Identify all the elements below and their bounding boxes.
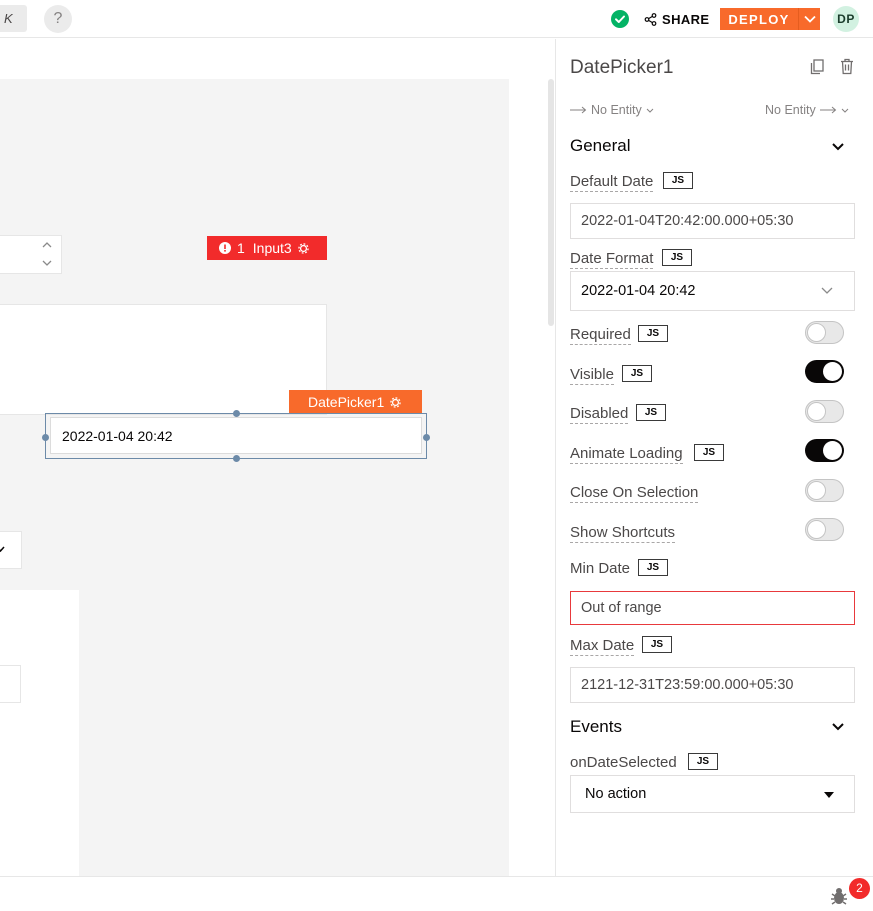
entity-right-label: No Entity	[765, 103, 816, 117]
show-shortcuts-label: Show Shortcuts	[570, 524, 676, 543]
canvas-scrollbar[interactable]	[548, 79, 554, 326]
date-format-label: Date Format	[570, 250, 654, 269]
help-button[interactable]: ?	[44, 5, 72, 33]
datepicker-name-tag[interactable]: DatePicker1	[289, 390, 422, 414]
on-date-selected-select[interactable]: No action	[570, 775, 855, 813]
stepper-up-icon[interactable]	[42, 241, 52, 248]
shortcut-hint-key: K	[4, 11, 13, 26]
help-icon: ?	[53, 10, 63, 27]
bug-icon[interactable]	[829, 886, 849, 906]
input3-widget[interactable]	[0, 304, 327, 415]
visible-label: Visible	[570, 366, 614, 385]
resize-handle-top[interactable]	[233, 410, 240, 417]
input3-name-tag[interactable]: 1 Input3	[207, 236, 327, 260]
delete-icon[interactable]	[840, 58, 854, 75]
section-general-title[interactable]: General	[570, 136, 630, 156]
gear-icon[interactable]	[390, 396, 401, 408]
chevron-down-icon	[841, 108, 849, 113]
deploy-options-button[interactable]	[799, 15, 820, 23]
switch-knob	[807, 323, 826, 342]
copy-icon[interactable]	[810, 59, 824, 75]
gear-icon[interactable]	[298, 242, 309, 254]
error-count: 1	[237, 240, 245, 256]
check-circle-icon	[611, 10, 629, 28]
deploy-label: DEPLOY	[728, 11, 790, 27]
required-label: Required	[570, 326, 631, 345]
bottom-bar	[0, 876, 873, 911]
chevron-down-icon[interactable]	[831, 722, 845, 732]
max-date-label: Max Date	[570, 637, 635, 656]
datepicker-label: DatePicker1	[308, 394, 385, 410]
date-format-value: 2022-01-04 20:42	[581, 283, 696, 299]
close-on-selection-switch[interactable]	[805, 479, 844, 502]
chevron-down-icon	[821, 287, 833, 294]
min-date-input[interactable]: Out of range	[570, 591, 855, 625]
share-button[interactable]: SHARE	[644, 11, 710, 27]
default-date-label: Default Date	[570, 173, 654, 192]
switch-knob	[807, 520, 826, 539]
top-bar: K ? SHARE DEPLOY DP	[0, 0, 873, 38]
required-js-toggle[interactable]: JS	[638, 325, 668, 342]
switch-knob	[823, 441, 842, 460]
default-date-js-toggle[interactable]: JS	[663, 172, 693, 189]
container-widget[interactable]	[0, 590, 79, 876]
min-date-js-toggle[interactable]: JS	[638, 559, 668, 576]
arrow-right-icon	[570, 106, 587, 114]
entity-right-selector[interactable]: No Entity	[765, 103, 849, 117]
container-input-widget[interactable]	[0, 665, 21, 703]
entity-left-label: No Entity	[591, 103, 642, 117]
share-label: SHARE	[662, 11, 710, 27]
required-switch[interactable]	[805, 321, 844, 344]
property-pane: DatePicker1 No Entity No Entity General …	[555, 39, 873, 876]
switch-knob	[807, 402, 826, 421]
chevron-down-icon	[646, 108, 654, 113]
default-date-input[interactable]: 2022-01-04T20:42:00.000+05:30	[570, 203, 855, 239]
show-shortcuts-switch[interactable]	[805, 518, 844, 541]
resize-handle-left[interactable]	[42, 434, 49, 441]
resize-handle-right[interactable]	[423, 434, 430, 441]
date-format-js-toggle[interactable]: JS	[662, 249, 692, 266]
canvas[interactable]	[0, 79, 509, 876]
visible-js-toggle[interactable]: JS	[622, 365, 652, 382]
animate-loading-label: Animate Loading	[570, 445, 683, 464]
on-date-selected-js-toggle[interactable]: JS	[688, 753, 718, 770]
debug-error-count-badge[interactable]: 2	[849, 878, 870, 899]
disabled-js-toggle[interactable]: JS	[636, 404, 666, 421]
arrow-right-icon	[819, 106, 836, 114]
shortcut-hint[interactable]: K	[0, 5, 27, 32]
on-date-selected-value: No action	[585, 786, 647, 802]
switch-knob	[807, 481, 826, 500]
close-on-selection-label: Close On Selection	[570, 484, 699, 503]
avatar[interactable]: DP	[833, 6, 859, 32]
disabled-switch[interactable]	[805, 400, 844, 423]
min-date-label: Min Date	[570, 560, 631, 577]
date-format-select[interactable]: 2022-01-04 20:42	[570, 271, 855, 311]
share-icon	[644, 12, 657, 26]
resize-handle-bottom[interactable]	[233, 455, 240, 462]
section-events-title[interactable]: Events	[570, 717, 622, 737]
animate-loading-switch[interactable]	[805, 439, 844, 462]
switch-knob	[823, 362, 842, 381]
chevron-down-icon	[0, 546, 5, 553]
caret-down-icon	[824, 792, 834, 798]
max-date-js-toggle[interactable]: JS	[642, 636, 672, 653]
chevron-down-icon[interactable]	[831, 142, 845, 152]
max-date-input[interactable]: 2121-12-31T23:59:00.000+05:30	[570, 667, 855, 703]
deploy-button[interactable]: DEPLOY	[720, 8, 820, 30]
visible-switch[interactable]	[805, 360, 844, 383]
error-icon	[219, 242, 231, 254]
animate-loading-js-toggle[interactable]: JS	[694, 444, 724, 461]
entity-left-selector[interactable]: No Entity	[570, 103, 654, 117]
widget-name-title[interactable]: DatePicker1	[570, 57, 674, 79]
chevron-down-icon	[803, 15, 816, 23]
datepicker-widget[interactable]: 2022-01-04 20:42	[50, 417, 422, 454]
stepper-down-icon[interactable]	[42, 260, 52, 267]
number-input-widget[interactable]	[0, 235, 62, 274]
input3-label: Input3	[252, 240, 292, 256]
on-date-selected-label: onDateSelected	[570, 754, 677, 771]
disabled-label: Disabled	[570, 405, 629, 424]
